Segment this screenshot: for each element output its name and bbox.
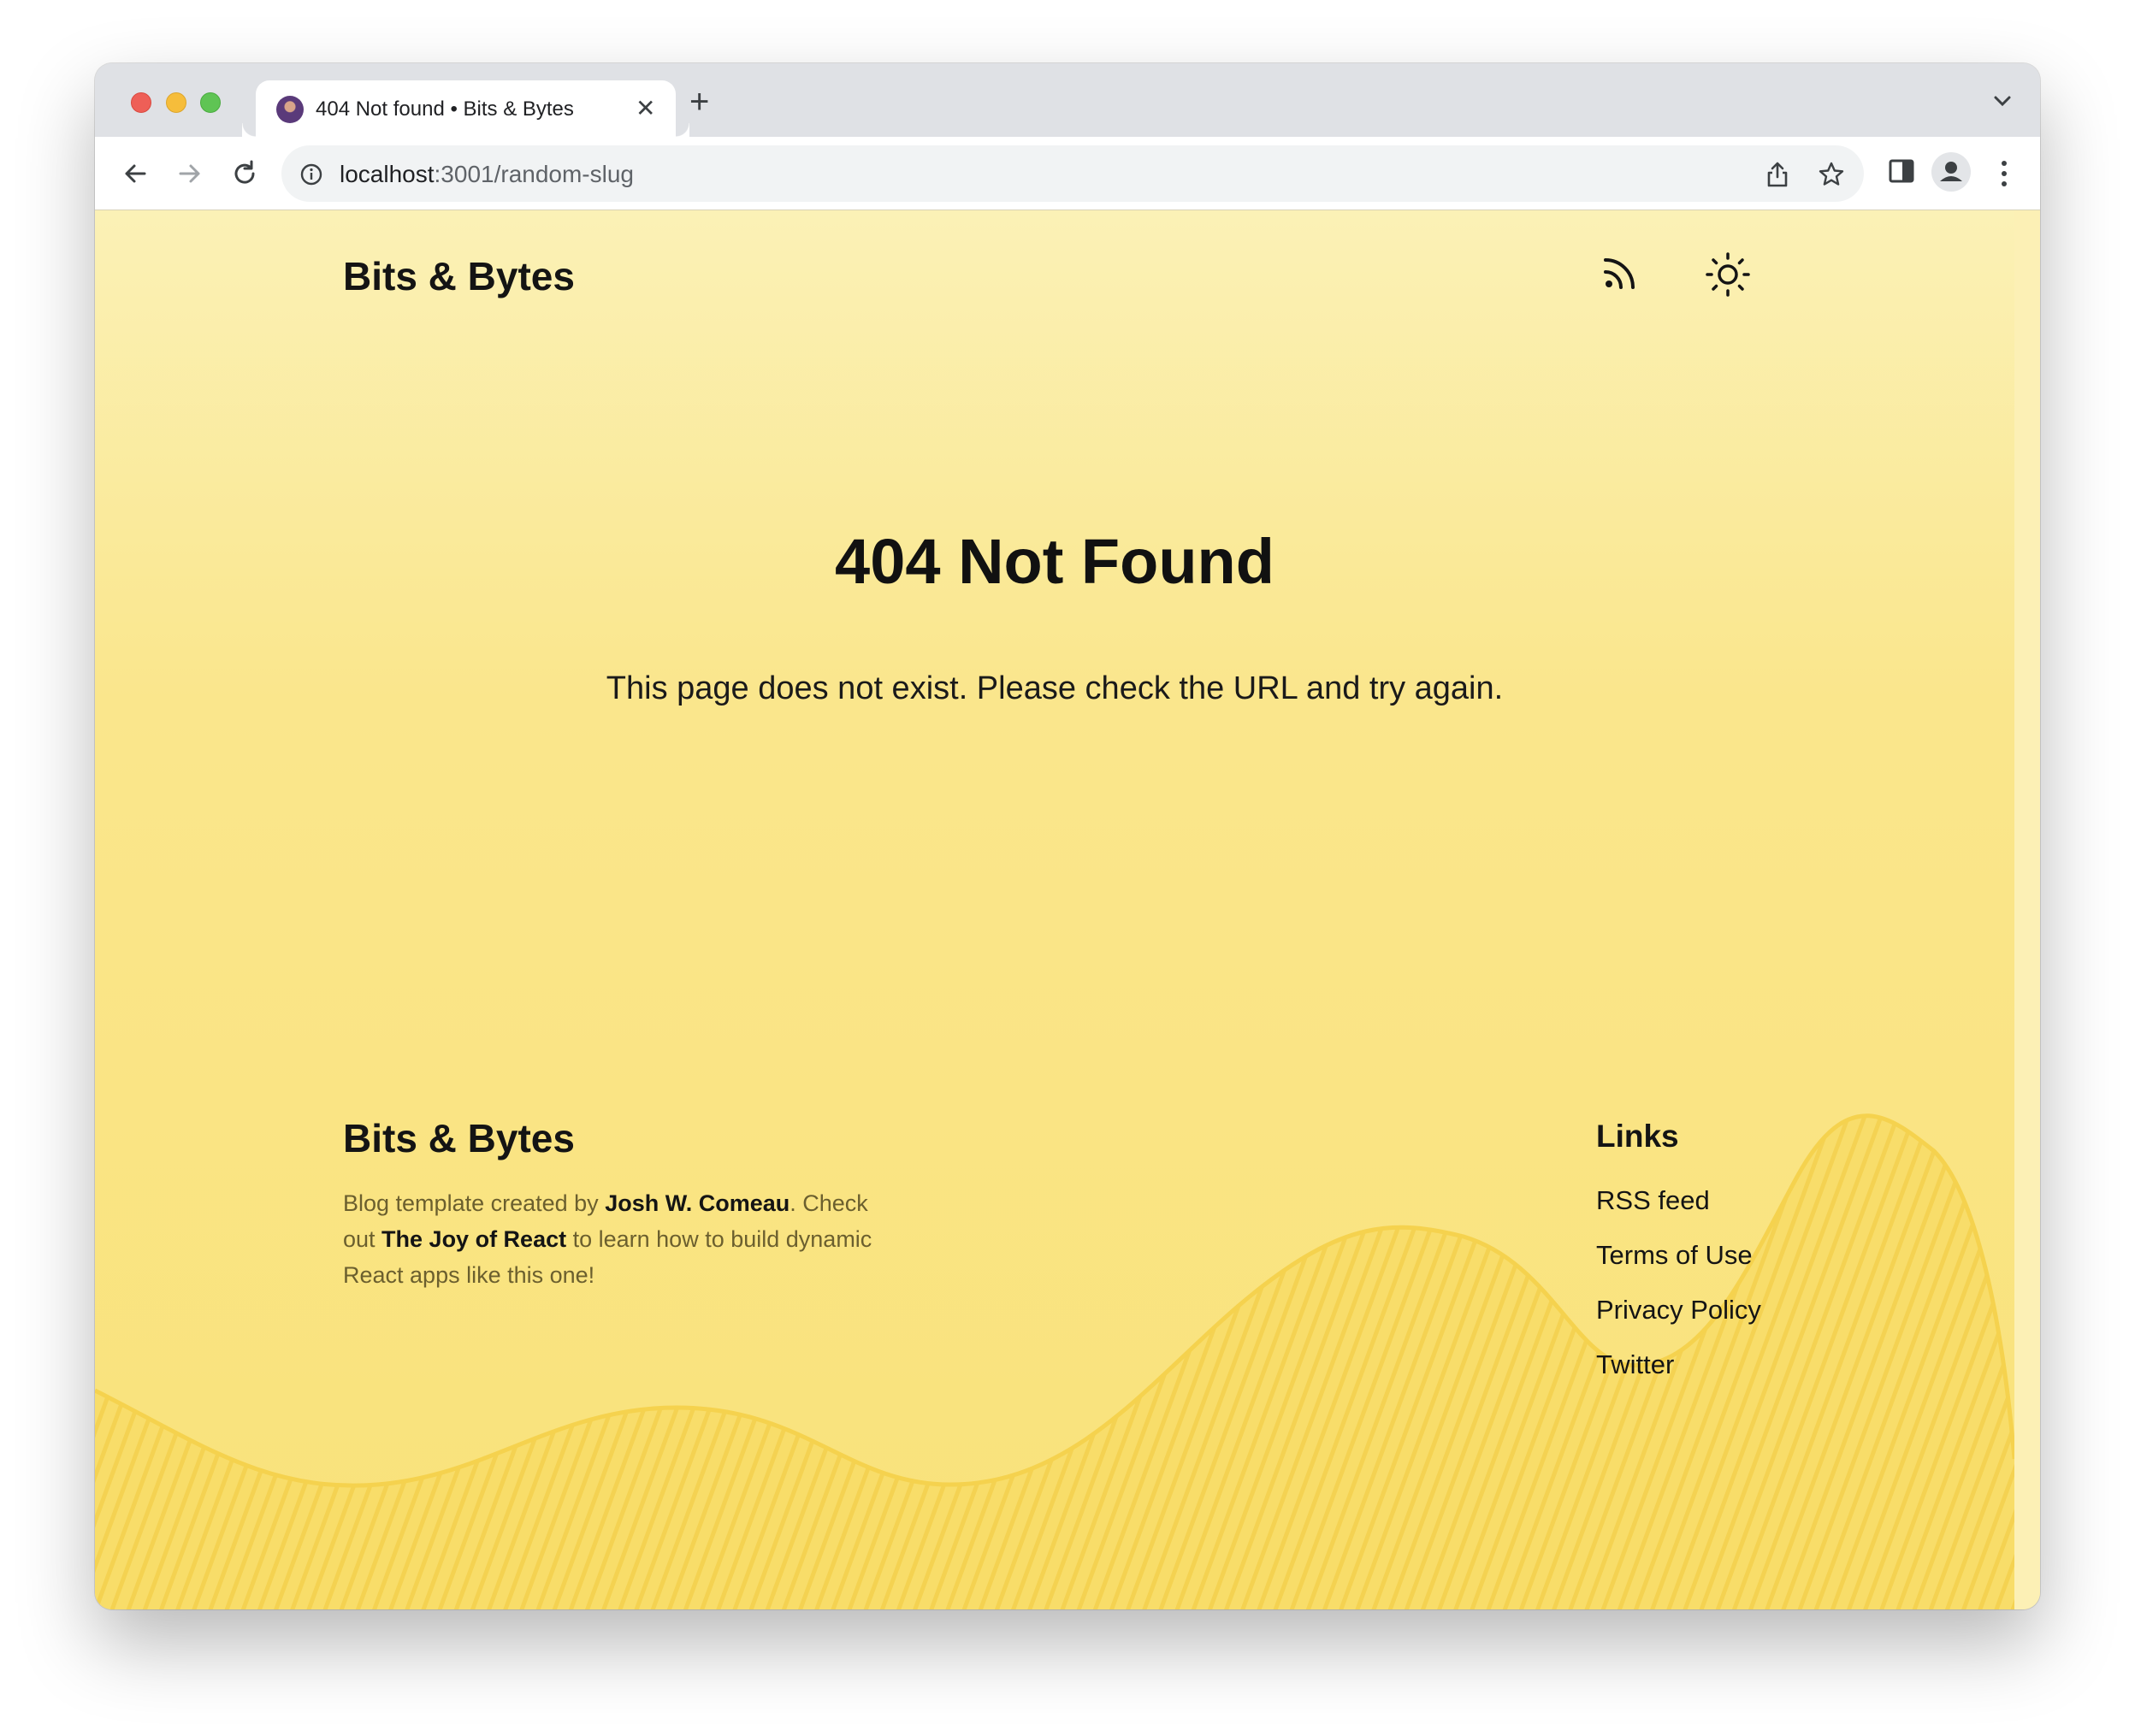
course-link[interactable]: The Joy of React [381,1226,566,1252]
scrollbar-track[interactable] [2014,210,2040,1609]
footer-link-rss[interactable]: RSS feed [1596,1185,1710,1216]
favicon-icon [276,96,304,123]
more-menu-icon[interactable] [1999,159,2009,188]
footer-link-twitter[interactable]: Twitter [1596,1349,1674,1380]
footer-link-privacy[interactable]: Privacy Policy [1596,1295,1761,1326]
footer-links-heading: Links [1596,1119,1679,1154]
maximize-window-button[interactable] [200,92,221,113]
tab-title: 404 Not found • Bits & Bytes [316,97,574,121]
address-bar[interactable]: localhost:3001/random-slug [281,145,1864,202]
chevron-down-icon[interactable] [1992,94,2013,108]
new-tab-button[interactable]: + [689,85,709,119]
tab-close-icon[interactable]: ✕ [636,97,655,121]
reload-icon[interactable] [230,159,259,188]
browser-window: 404 Not found • Bits & Bytes ✕ + localho… [95,63,2040,1609]
footer-credits: Blog template created by Josh W. Comeau.… [343,1185,873,1293]
info-icon[interactable] [300,163,322,186]
url-host: localhost [340,161,435,187]
page-title: 404 Not Found [835,526,1274,597]
footer-link-terms[interactable]: Terms of Use [1596,1240,1753,1271]
share-icon[interactable] [1765,161,1790,188]
footer-site-title: Bits & Bytes [343,1116,575,1160]
url-text[interactable]: localhost:3001/random-slug [340,161,634,188]
error-message: This page does not exist. Please check t… [606,670,1504,706]
side-panel-icon[interactable] [1888,157,1915,185]
footer-wave-decoration [95,1113,2014,1609]
profile-avatar[interactable] [1931,152,1971,192]
tab-active[interactable]: 404 Not found • Bits & Bytes ✕ [256,80,676,137]
site-logo-link[interactable]: Bits & Bytes [343,253,575,299]
forward-arrow-icon[interactable] [175,159,204,188]
page-content: Bits & Bytes 404 Not Found This page doe… [95,210,2040,1609]
close-window-button[interactable] [131,92,151,113]
sun-icon[interactable] [1705,251,1751,298]
url-path: :3001/random-slug [434,161,634,187]
tab-strip: 404 Not found • Bits & Bytes ✕ + [95,63,2040,137]
author-link[interactable]: Josh W. Comeau [605,1190,790,1216]
minimize-window-button[interactable] [166,92,186,113]
back-arrow-icon[interactable] [121,159,150,188]
bookmark-star-icon[interactable] [1818,161,1845,188]
person-icon [1940,162,1962,181]
footer-credits-text: Blog template created by [343,1190,606,1216]
browser-toolbar: localhost:3001/random-slug [95,137,2040,210]
rss-icon[interactable] [1602,255,1638,291]
